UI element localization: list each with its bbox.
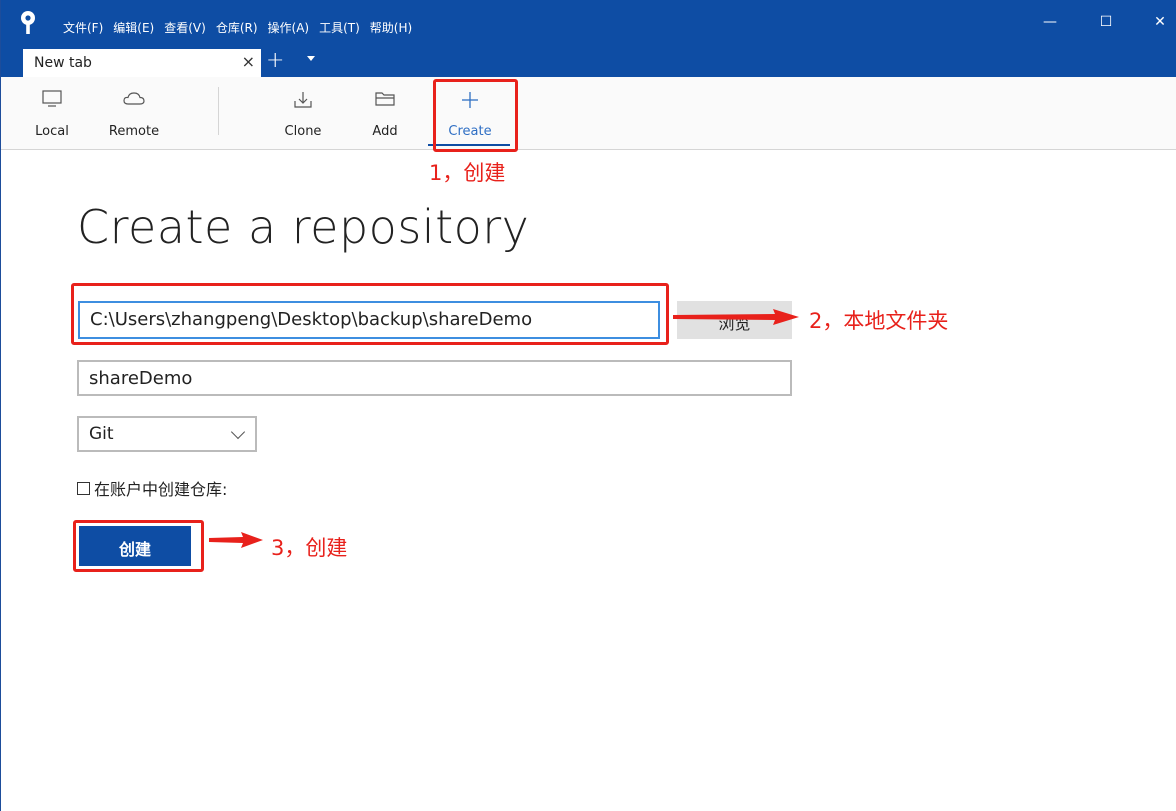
- tab-close-icon[interactable]: ×: [242, 52, 255, 71]
- menu-help[interactable]: 帮助(H): [370, 19, 412, 36]
- menu-bar: 文件(F) 编辑(E) 查看(V) 仓库(R) 操作(A) 工具(T) 帮助(H…: [63, 19, 422, 36]
- tab-strip: New tab × +: [1, 46, 1176, 77]
- sourcetree-window: 文件(F) 编辑(E) 查看(V) 仓库(R) 操作(A) 工具(T) 帮助(H…: [0, 0, 1176, 811]
- create-on-account-row[interactable]: 在账户中创建仓库:: [77, 476, 227, 500]
- create-on-account-checkbox[interactable]: [77, 481, 90, 495]
- local-button[interactable]: Local: [19, 77, 85, 149]
- cloud-icon: [123, 92, 145, 105]
- maximize-button[interactable]: ☐: [1086, 14, 1126, 30]
- download-icon: [294, 92, 312, 108]
- tab-dropdown-icon[interactable]: [307, 56, 315, 61]
- close-window-button[interactable]: ✕: [1140, 14, 1176, 30]
- clone-button[interactable]: Clone: [271, 77, 335, 149]
- page-title: Create a repository: [77, 200, 530, 254]
- annotation-step3: 3，创建: [271, 536, 348, 560]
- minimize-button[interactable]: —: [1030, 14, 1070, 30]
- local-label: Local: [35, 124, 69, 139]
- clone-label: Clone: [284, 124, 322, 139]
- toolbar-separator: [218, 87, 219, 135]
- app-logo-icon: [21, 11, 35, 34]
- monitor-icon: [42, 90, 62, 107]
- menu-repository[interactable]: 仓库(R): [216, 19, 258, 36]
- repository-name-input[interactable]: shareDemo: [77, 360, 792, 396]
- add-tab-button[interactable]: +: [266, 48, 284, 73]
- chevron-down-icon: [230, 424, 246, 440]
- menu-tools[interactable]: 工具(T): [319, 19, 360, 36]
- title-bar: 文件(F) 编辑(E) 查看(V) 仓库(R) 操作(A) 工具(T) 帮助(H…: [1, 0, 1176, 46]
- menu-view[interactable]: 查看(V): [164, 19, 206, 36]
- add-button[interactable]: Add: [355, 77, 415, 149]
- tab-new[interactable]: New tab ×: [23, 49, 261, 77]
- annotation-arrow-icon: [673, 309, 799, 325]
- menu-file[interactable]: 文件(F): [63, 19, 103, 36]
- repository-type-select[interactable]: Git: [77, 416, 257, 452]
- add-label: Add: [372, 124, 398, 139]
- remote-button[interactable]: Remote: [95, 77, 173, 149]
- toolbar: Local Remote Clone Add Create: [1, 77, 1176, 150]
- menu-edit[interactable]: 编辑(E): [113, 19, 154, 36]
- annotation-step1: 1，创建: [429, 161, 506, 185]
- tab-label: New tab: [34, 55, 92, 71]
- annotation-step2: 2，本地文件夹: [809, 309, 949, 333]
- annotation-box-create-button: [73, 520, 204, 572]
- remote-label: Remote: [108, 124, 160, 139]
- annotation-box-path: [71, 283, 669, 345]
- repository-type-value: Git: [89, 424, 114, 444]
- menu-actions[interactable]: 操作(A): [268, 19, 310, 36]
- annotation-box-create-tab: [433, 79, 518, 152]
- annotation-arrow-icon: [209, 532, 263, 548]
- folder-icon: [375, 92, 395, 106]
- create-on-account-label: 在账户中创建仓库:: [94, 480, 228, 499]
